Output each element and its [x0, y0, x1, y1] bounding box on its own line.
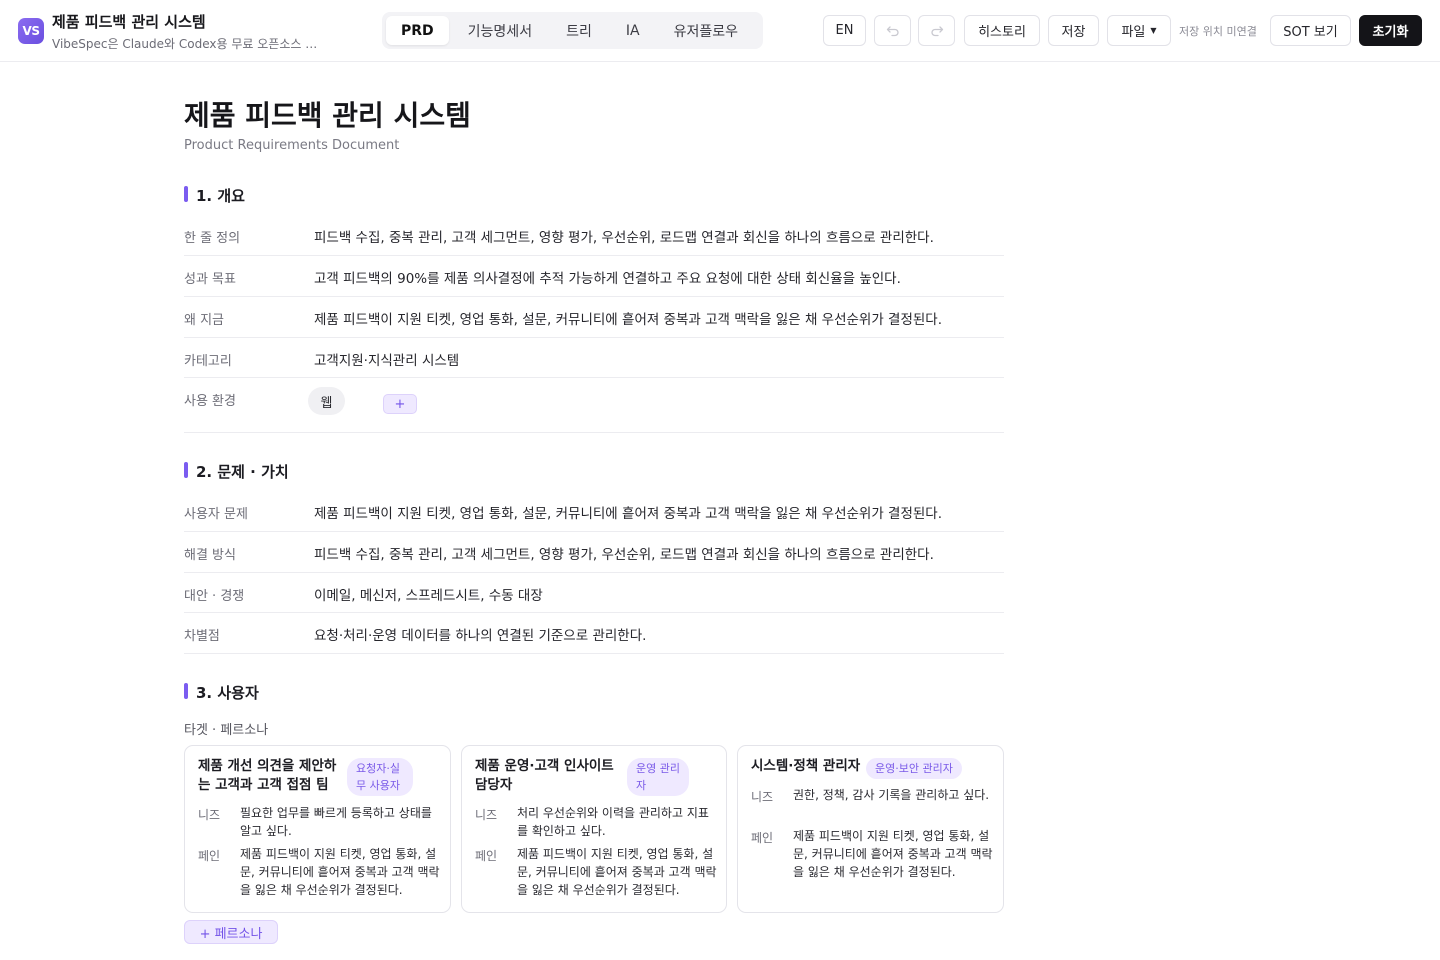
row-value[interactable]: 피드백 수집, 중복 관리, 고객 세그먼트, 영향 평가, 우선순위, 로드맵…	[314, 226, 934, 246]
app-logo: VS	[18, 18, 44, 44]
top-bar: VS 제품 피드백 관리 시스템 VibeSpec은 Claude와 Codex…	[0, 0, 1440, 62]
sot-view-button[interactable]: SOT 보기	[1270, 15, 1351, 46]
persona-needs: 필요한 업무를 빠르게 등록하고 상태를 알고 싶다.	[240, 806, 432, 838]
section-users-heading: 3. 사용자	[184, 682, 259, 703]
row-value[interactable]: 요청·처리·운영 데이터를 하나의 연결된 기준으로 관리한다.	[314, 624, 646, 644]
overview-row-why-now: 왜 지금 제품 피드백이 지원 티켓, 영업 통화, 설문, 커뮤니티에 흩어져…	[184, 297, 1004, 338]
persona-role-badge: 운영 관리자	[627, 758, 689, 796]
persona-needs: 처리 우선순위와 이력을 관리하고 지표를 확인하고 싶다.	[517, 806, 709, 838]
persona-pain: 제품 피드백이 지원 티켓, 영업 통화, 설문, 커뮤니티에 흩어져 중복과 …	[793, 829, 993, 879]
persona-card[interactable]: 제품 운영·고객 인사이트 담당자 운영 관리자 니즈 처리 우선순위와 이력을…	[461, 745, 727, 913]
pain-label: 페인	[751, 831, 774, 845]
row-value[interactable]: 제품 피드백이 지원 티켓, 영업 통화, 설문, 커뮤니티에 흩어져 중복과 …	[314, 502, 942, 522]
persona-name: 제품 운영·고객 인사이트 담당자	[475, 758, 614, 793]
row-label: 사용자 문제	[184, 507, 248, 522]
row-value[interactable]: 제품 피드백이 지원 티켓, 영업 통화, 설문, 커뮤니티에 흩어져 중복과 …	[314, 308, 942, 328]
add-environment-button[interactable]: +	[383, 394, 417, 414]
row-label: 왜 지금	[184, 313, 225, 328]
view-tabs: PRD 기능명세서 트리 IA 유저플로우	[382, 12, 763, 49]
persona-name: 시스템·정책 관리자	[751, 758, 861, 774]
row-label: 대안 · 경쟁	[184, 589, 245, 604]
persona-name: 제품 개선 의견을 제안하는 고객과 고객 접점 팀	[198, 758, 337, 793]
language-toggle-button[interactable]: EN	[823, 15, 866, 46]
tab-prd[interactable]: PRD	[386, 16, 449, 45]
overview-row-goal: 성과 목표 고객 피드백의 90%를 제품 의사결정에 추적 가능하게 연결하고…	[184, 256, 1004, 297]
problem-row-alternatives: 대안 · 경쟁 이메일, 메신저, 스프레드시트, 수동 대장	[184, 573, 1004, 613]
app-subtitle: VibeSpec은 Claude와 Codex용 무료 오픈소스 AI...	[52, 37, 322, 51]
row-value[interactable]: 피드백 수집, 중복 관리, 고객 세그먼트, 영향 평가, 우선순위, 로드맵…	[314, 543, 934, 563]
section-overview-heading: 1. 개요	[184, 185, 245, 206]
tab-user-flow[interactable]: 유저플로우	[659, 16, 753, 45]
persona-subheading: 타겟 · 페르소나	[184, 723, 269, 738]
overview-row-environment: 사용 환경 웹 +	[184, 378, 1004, 433]
tab-tree[interactable]: 트리	[551, 16, 607, 45]
row-value[interactable]: 고객 피드백의 90%를 제품 의사결정에 추적 가능하게 연결하고 주요 요청…	[314, 267, 901, 287]
reset-button[interactable]: 초기화	[1359, 15, 1422, 46]
section-problem-heading: 2. 문제 · 가치	[184, 461, 289, 482]
redo-icon	[930, 25, 943, 36]
history-button[interactable]: 히스토리	[964, 15, 1040, 46]
row-label: 성과 목표	[184, 272, 236, 287]
app-title: 제품 피드백 관리 시스템	[52, 13, 206, 31]
row-value[interactable]: 이메일, 메신저, 스프레드시트, 수동 대장	[314, 584, 543, 604]
persona-needs: 권한, 정책, 감사 기록을 관리하고 싶다.	[793, 788, 990, 802]
environment-chip[interactable]: 웹	[308, 387, 345, 415]
tab-ia[interactable]: IA	[611, 16, 655, 45]
problem-row-solution: 해결 방식 피드백 수집, 중복 관리, 고객 세그먼트, 영향 평가, 우선순…	[184, 532, 1004, 573]
row-label: 한 줄 정의	[184, 231, 241, 246]
tab-feature-spec[interactable]: 기능명세서	[453, 16, 547, 45]
problem-row-differentiator: 차별점 요청·처리·운영 데이터를 하나의 연결된 기준으로 관리한다.	[184, 613, 1004, 654]
overview-row-definition: 한 줄 정의 피드백 수집, 중복 관리, 고객 세그먼트, 영향 평가, 우선…	[184, 215, 1004, 256]
pain-label: 페인	[198, 849, 221, 863]
document-subtitle: Product Requirements Document	[184, 138, 400, 153]
undo-button[interactable]	[874, 15, 911, 46]
save-button[interactable]: 저장	[1048, 15, 1099, 46]
add-persona-button[interactable]: + 페르소나	[184, 920, 278, 944]
pain-label: 페인	[475, 849, 498, 863]
persona-role-badge: 운영·보안 관리자	[866, 758, 962, 779]
row-value[interactable]: 고객지원·지식관리 시스템	[314, 349, 459, 369]
save-status-text: 저장 위치 미연결	[1179, 25, 1257, 38]
persona-card[interactable]: 제품 개선 의견을 제안하는 고객과 고객 접점 팀 요청자·실무 사용자 니즈…	[184, 745, 451, 913]
undo-icon	[886, 25, 899, 36]
persona-card[interactable]: 시스템·정책 관리자 운영·보안 관리자 니즈 권한, 정책, 감사 기록을 관…	[737, 745, 1004, 913]
row-label: 카테고리	[184, 354, 232, 369]
document-title: 제품 피드백 관리 시스템	[184, 99, 471, 132]
needs-label: 니즈	[198, 808, 221, 822]
persona-pain: 제품 피드백이 지원 티켓, 영업 통화, 설문, 커뮤니티에 흩어져 중복과 …	[517, 847, 717, 897]
needs-label: 니즈	[475, 808, 498, 822]
row-label: 사용 환경	[184, 394, 236, 409]
file-menu-label: 파일	[1121, 25, 1146, 40]
file-menu-button[interactable]: 파일 ▼	[1107, 15, 1171, 46]
persona-role-badge: 요청자·실무 사용자	[347, 758, 413, 796]
row-label: 해결 방식	[184, 548, 236, 563]
overview-row-category: 카테고리 고객지원·지식관리 시스템	[184, 338, 1004, 378]
problem-row-user-problem: 사용자 문제 제품 피드백이 지원 티켓, 영업 통화, 설문, 커뮤니티에 흩…	[184, 491, 1004, 532]
persona-pain: 제품 피드백이 지원 티켓, 영업 통화, 설문, 커뮤니티에 흩어져 중복과 …	[240, 847, 440, 897]
redo-button[interactable]	[918, 15, 955, 46]
chevron-down-icon: ▼	[1150, 26, 1157, 35]
needs-label: 니즈	[751, 790, 774, 804]
row-label: 차별점	[184, 629, 220, 644]
